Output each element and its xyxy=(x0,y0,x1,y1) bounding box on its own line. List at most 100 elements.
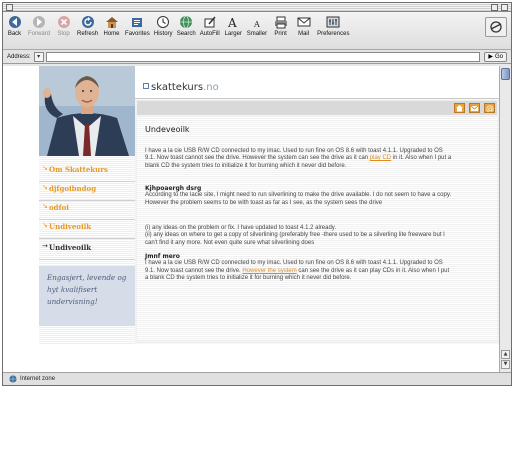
back-button[interactable]: Back xyxy=(5,15,24,38)
nav-item-label: Undiveoilk xyxy=(49,222,92,231)
nav-item-label: djfgoibndog xyxy=(49,184,97,193)
print-icon xyxy=(274,16,287,29)
logo-main-text: skattekurs xyxy=(151,82,204,93)
arrow-down-right-icon: ↘ xyxy=(42,202,48,210)
back-label: Back xyxy=(7,31,22,37)
article-section-2: Kjhpoaergh dsrg According to the lacie s… xyxy=(145,185,453,207)
home-icon xyxy=(456,105,463,112)
nav-item-label: Om Skattekurs xyxy=(49,165,108,174)
history-button[interactable]: History xyxy=(154,15,173,38)
article-section-3: Jmnf mero I have a la cie USB R/W CD con… xyxy=(145,253,453,283)
preferences-icon xyxy=(326,16,340,28)
home-shortcut-button[interactable] xyxy=(454,103,465,113)
nav-item-label: Undiveoilk xyxy=(49,243,92,252)
back-arrow-icon xyxy=(8,16,21,28)
history-label: History xyxy=(153,31,173,37)
arrow-down-right-icon: ↘ xyxy=(42,183,48,191)
go-arrow-icon: ▶ xyxy=(488,53,493,60)
mail-button[interactable]: Mail xyxy=(294,15,313,38)
address-bar: Address: ▾ ▶ Go xyxy=(3,50,511,64)
article-paragraph-1: I have a la cie USB R/W CD connected to … xyxy=(145,148,453,170)
slogan-box: Engasjert, levende og hyt kvalifisert un… xyxy=(39,266,135,326)
go-button[interactable]: ▶ Go xyxy=(484,51,507,62)
favorites-icon xyxy=(132,18,143,27)
vertical-scrollbar[interactable]: ▲ ▼ xyxy=(499,66,511,372)
content-header-bar: @ xyxy=(137,101,497,115)
nav-divider xyxy=(39,238,135,239)
refresh-button[interactable]: Refresh xyxy=(77,15,98,38)
globe-icon xyxy=(9,375,17,383)
home-icon xyxy=(105,17,118,28)
scroll-down-arrow-icon[interactable]: ▼ xyxy=(501,360,510,369)
stop-button[interactable]: Stop xyxy=(54,15,73,38)
go-label: Go xyxy=(494,53,503,60)
web-page: skattekurs.no @ Undeveoilk I have a la c… xyxy=(39,66,499,344)
zoom-box-icon[interactable] xyxy=(491,4,498,11)
businessman-illustration xyxy=(39,66,135,156)
larger-button[interactable]: A Larger xyxy=(224,15,243,38)
content-panel: @ Undeveoilk I have a la cie USB R/W CD … xyxy=(135,98,499,344)
larger-label: Larger xyxy=(224,31,242,37)
smaller-text-icon: A xyxy=(253,20,260,29)
search-label: Search xyxy=(176,31,196,37)
nav-item-label: odfoi xyxy=(49,203,69,212)
home-button[interactable]: Home xyxy=(102,15,121,38)
status-text: Internet zone xyxy=(20,376,56,382)
arrow-right-icon: → xyxy=(42,242,48,250)
scroll-up-arrow-icon[interactable]: ▲ xyxy=(501,350,510,359)
article-paragraph-3: (i) any ideas on the problem or fix. I h… xyxy=(145,225,445,246)
mail-label: Mail xyxy=(298,31,310,37)
history-icon xyxy=(157,16,170,28)
nav-item-undiveoilk[interactable]: ↘ Undiveoilk xyxy=(39,219,135,237)
scroll-thumb[interactable] xyxy=(501,68,510,80)
refresh-icon xyxy=(81,16,94,28)
nav-divider xyxy=(39,259,135,260)
mail-icon xyxy=(470,105,479,111)
stop-icon xyxy=(57,16,70,28)
favorites-button[interactable]: Favorites xyxy=(125,15,150,38)
autofill-button[interactable]: AutoFill xyxy=(200,15,220,38)
collapse-box-icon[interactable] xyxy=(501,4,508,11)
site-logo[interactable]: skattekurs.no xyxy=(143,82,219,93)
search-icon xyxy=(180,15,193,29)
nav-item-undiveoilk-active[interactable]: → Undiveoilk xyxy=(39,240,135,258)
print-label: Print xyxy=(274,31,287,37)
preferences-button[interactable]: Preferences xyxy=(317,15,349,38)
article-box: Undeveoilk I have a la cie USB R/W CD co… xyxy=(137,117,497,340)
smaller-button[interactable]: A Smaller xyxy=(247,15,267,38)
larger-text-icon: A xyxy=(227,16,237,29)
autofill-label: AutoFill xyxy=(199,31,220,37)
autofill-icon xyxy=(204,16,216,28)
refresh-label: Refresh xyxy=(77,31,99,37)
nav-item-djfgoibndog[interactable]: ↘ djfgoibndog xyxy=(39,181,135,199)
stop-label: Stop xyxy=(57,31,70,37)
smaller-label: Smaller xyxy=(246,31,268,37)
print-button[interactable]: Print xyxy=(271,15,290,38)
forward-label: Forward xyxy=(28,31,51,37)
however-the-system-link[interactable]: However the system xyxy=(242,268,296,274)
logo-square-icon xyxy=(143,83,149,89)
logo-area: skattekurs.no xyxy=(135,66,499,98)
title-bar[interactable] xyxy=(3,3,511,12)
status-bar: Internet zone xyxy=(3,372,511,385)
page-viewport[interactable]: skattekurs.no @ Undeveoilk I have a la c… xyxy=(3,66,499,372)
close-box-icon[interactable] xyxy=(6,4,13,11)
forward-button[interactable]: Forward xyxy=(28,15,50,38)
article-paragraph-2: According to the lacie site, I might nee… xyxy=(145,192,452,206)
browser-toolbar: Back Forward Stop Refresh Home Favorites… xyxy=(3,12,511,50)
address-input[interactable] xyxy=(45,51,481,62)
businessman-photo xyxy=(39,66,135,156)
address-dropdown-button[interactable]: ▾ xyxy=(33,51,44,62)
mail-shortcut-button[interactable] xyxy=(469,103,480,113)
throbber-button[interactable] xyxy=(485,17,507,37)
search-button[interactable]: Search xyxy=(177,15,196,38)
forward-arrow-icon xyxy=(33,16,45,28)
at-shortcut-button[interactable]: @ xyxy=(484,103,495,113)
arrow-down-right-icon: ↘ xyxy=(42,164,48,172)
arrow-down-right-icon: ↘ xyxy=(42,221,48,229)
browser-window: Back Forward Stop Refresh Home Favorites… xyxy=(2,2,512,386)
play-cd-link[interactable]: play CD xyxy=(370,155,391,161)
nav-item-odfoi[interactable]: ↘ odfoi xyxy=(39,200,135,218)
home-label: Home xyxy=(103,31,120,37)
nav-item-om-skattekurs[interactable]: ↘ Om Skattekurs xyxy=(39,162,135,180)
